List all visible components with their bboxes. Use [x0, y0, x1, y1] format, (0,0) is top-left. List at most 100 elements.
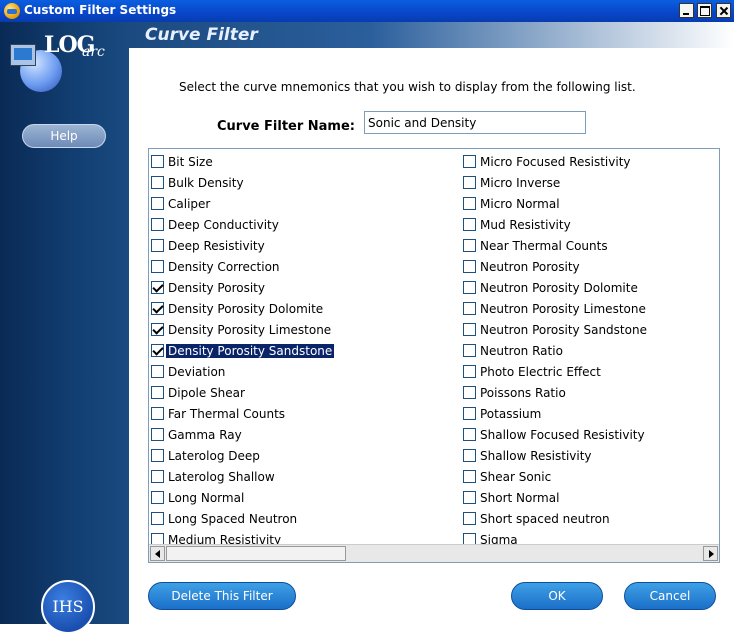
curve-checkbox[interactable]: [151, 323, 164, 336]
curve-item[interactable]: Neutron Porosity: [463, 256, 719, 277]
curve-checkbox[interactable]: [463, 260, 476, 273]
curve-item[interactable]: Deep Resistivity: [151, 235, 461, 256]
curve-label: Bulk Density: [168, 175, 244, 190]
curve-checkbox[interactable]: [151, 491, 164, 504]
curve-checkbox[interactable]: [151, 365, 164, 378]
cancel-button[interactable]: Cancel: [624, 582, 716, 610]
curve-checkbox[interactable]: [463, 491, 476, 504]
curve-item[interactable]: Far Thermal Counts: [151, 403, 461, 424]
curve-item[interactable]: Neutron Ratio: [463, 340, 719, 361]
curve-item[interactable]: Micro Focused Resistivity: [463, 151, 719, 172]
curve-label: Caliper: [168, 196, 211, 211]
curve-item[interactable]: Micro Inverse: [463, 172, 719, 193]
curve-item[interactable]: Shallow Focused Resistivity: [463, 424, 719, 445]
curve-item[interactable]: Laterolog Shallow: [151, 466, 461, 487]
curve-checkbox[interactable]: [463, 218, 476, 231]
curve-item[interactable]: Bit Size: [151, 151, 461, 172]
curve-checkbox[interactable]: [151, 302, 164, 315]
curve-item[interactable]: Density Correction: [151, 256, 461, 277]
instruction-text: Select the curve mnemonics that you wish…: [179, 80, 636, 94]
curve-item[interactable]: Deep Conductivity: [151, 214, 461, 235]
curve-item[interactable]: Short spaced neutron: [463, 508, 719, 529]
curve-checkbox[interactable]: [463, 512, 476, 525]
title-bar[interactable]: Custom Filter Settings: [0, 0, 734, 22]
curve-item[interactable]: Neutron Porosity Dolomite: [463, 277, 719, 298]
scroll-thumb[interactable]: [166, 546, 346, 561]
filter-name-input[interactable]: [364, 111, 586, 134]
maximize-button[interactable]: [697, 3, 712, 18]
curve-item[interactable]: Photo Electric Effect: [463, 361, 719, 382]
curve-item[interactable]: Deviation: [151, 361, 461, 382]
curve-label: Bit Size: [168, 154, 213, 169]
curve-checkbox[interactable]: [151, 407, 164, 420]
close-button[interactable]: [716, 3, 731, 18]
curve-checkbox[interactable]: [151, 260, 164, 273]
help-button[interactable]: Help: [22, 124, 106, 148]
minimize-button[interactable]: [679, 3, 694, 18]
curve-checkbox[interactable]: [151, 386, 164, 399]
curve-checkbox[interactable]: [151, 449, 164, 462]
curve-label: Neutron Porosity Dolomite: [480, 280, 638, 295]
curve-item[interactable]: Short Normal: [463, 487, 719, 508]
curve-checkbox[interactable]: [151, 176, 164, 189]
curve-checkbox[interactable]: [463, 281, 476, 294]
curve-checkbox[interactable]: [151, 512, 164, 525]
curve-checkbox[interactable]: [151, 344, 164, 357]
curve-item[interactable]: Long Spaced Neutron: [151, 508, 461, 529]
curve-checkbox[interactable]: [151, 197, 164, 210]
curve-checkbox[interactable]: [463, 302, 476, 315]
curve-label: Micro Normal: [480, 196, 560, 211]
curve-item[interactable]: Density Porosity Dolomite: [151, 298, 461, 319]
curve-item[interactable]: Micro Normal: [463, 193, 719, 214]
curve-checkbox[interactable]: [463, 344, 476, 357]
curve-item[interactable]: Potassium: [463, 403, 719, 424]
curve-checkbox[interactable]: [463, 449, 476, 462]
curve-item[interactable]: Shallow Resistivity: [463, 445, 719, 466]
curve-item[interactable]: Long Normal: [151, 487, 461, 508]
scroll-left-icon[interactable]: [150, 546, 165, 561]
curve-item[interactable]: Neutron Porosity Limestone: [463, 298, 719, 319]
curve-list-left-column: Bit Size Bulk Density Caliper Deep Conducti…: [151, 151, 461, 550]
delete-filter-button[interactable]: Delete This Filter: [148, 582, 296, 610]
curve-checkbox[interactable]: [463, 239, 476, 252]
curve-item[interactable]: Density Porosity Sandstone: [151, 340, 461, 361]
header-band: Curve Filter: [129, 22, 734, 48]
curve-item[interactable]: Gamma Ray: [151, 424, 461, 445]
curve-checkbox[interactable]: [463, 176, 476, 189]
curve-list[interactable]: Bit Size Bulk Density Caliper Deep Conducti…: [148, 148, 720, 563]
curve-checkbox[interactable]: [151, 218, 164, 231]
curve-label: Far Thermal Counts: [168, 406, 286, 421]
curve-checkbox[interactable]: [463, 428, 476, 441]
curve-checkbox[interactable]: [151, 239, 164, 252]
curve-label: Laterolog Shallow: [168, 469, 275, 484]
curve-checkbox[interactable]: [151, 470, 164, 483]
curve-item[interactable]: Poissons Ratio: [463, 382, 719, 403]
curve-item[interactable]: Density Porosity: [151, 277, 461, 298]
curve-item[interactable]: Density Porosity Limestone: [151, 319, 461, 340]
curve-item[interactable]: Neutron Porosity Sandstone: [463, 319, 719, 340]
curve-checkbox[interactable]: [151, 428, 164, 441]
curve-label: Shear Sonic: [480, 469, 552, 484]
curve-item[interactable]: Dipole Shear: [151, 382, 461, 403]
curve-checkbox[interactable]: [151, 281, 164, 294]
curve-item[interactable]: Caliper: [151, 193, 461, 214]
curve-checkbox[interactable]: [463, 407, 476, 420]
curve-checkbox[interactable]: [151, 155, 164, 168]
curve-checkbox[interactable]: [463, 470, 476, 483]
curve-checkbox[interactable]: [463, 386, 476, 399]
curve-checkbox[interactable]: [463, 323, 476, 336]
curve-item[interactable]: Bulk Density: [151, 172, 461, 193]
curve-label: Shallow Focused Resistivity: [480, 427, 645, 442]
curve-item[interactable]: Mud Resistivity: [463, 214, 719, 235]
curve-label: Density Porosity: [168, 280, 265, 295]
curve-checkbox[interactable]: [463, 155, 476, 168]
curve-label: Deep Resistivity: [168, 238, 265, 253]
curve-item[interactable]: Laterolog Deep: [151, 445, 461, 466]
curve-checkbox[interactable]: [463, 197, 476, 210]
curve-item[interactable]: Shear Sonic: [463, 466, 719, 487]
curve-checkbox[interactable]: [463, 365, 476, 378]
ok-button[interactable]: OK: [511, 582, 603, 610]
scroll-right-icon[interactable]: [703, 546, 718, 561]
curve-item[interactable]: Near Thermal Counts: [463, 235, 719, 256]
horizontal-scrollbar[interactable]: [149, 544, 719, 562]
